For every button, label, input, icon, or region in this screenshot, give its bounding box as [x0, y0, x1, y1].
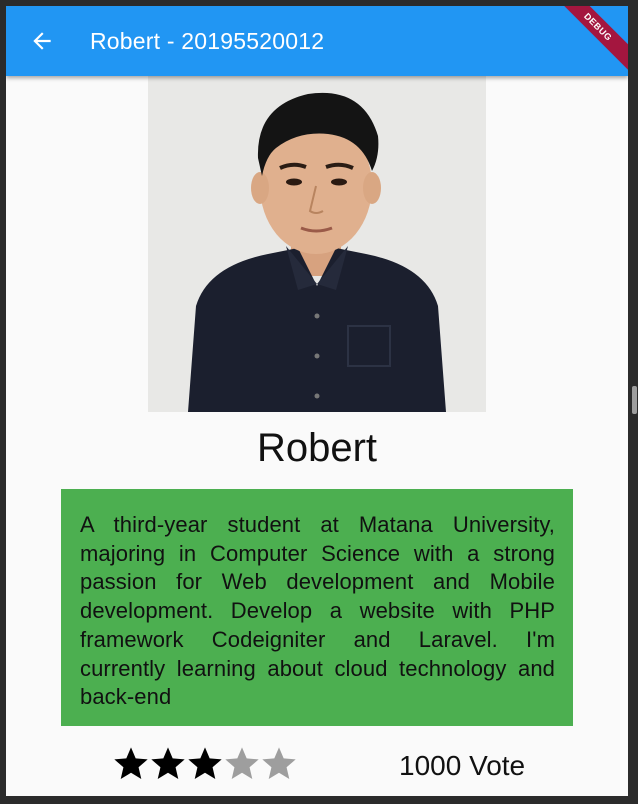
profile-photo — [148, 76, 486, 412]
star-rating[interactable] — [111, 744, 296, 784]
scrollbar[interactable] — [632, 386, 637, 414]
star-empty-icon[interactable] — [222, 744, 262, 784]
profile-name: Robert — [256, 426, 378, 470]
bio-text: A third-year student at Matana Universit… — [80, 512, 555, 710]
app-bar: Robert - 20195520012 — [6, 6, 628, 76]
star-filled-icon[interactable] — [185, 744, 225, 784]
bio-card: A third-year student at Matana Universit… — [61, 489, 573, 726]
arrow-back-icon — [33, 32, 51, 50]
app-screen: Robert - 20195520012 DEBUG Robert A thir… — [6, 6, 628, 796]
star-empty-icon[interactable] — [259, 744, 299, 784]
star-filled-icon[interactable] — [148, 744, 188, 784]
back-button[interactable] — [14, 13, 70, 69]
vote-count: 1000 Vote — [399, 750, 526, 781]
page-title: Robert - 20195520012 — [90, 27, 325, 54]
star-filled-icon[interactable] — [111, 744, 151, 784]
